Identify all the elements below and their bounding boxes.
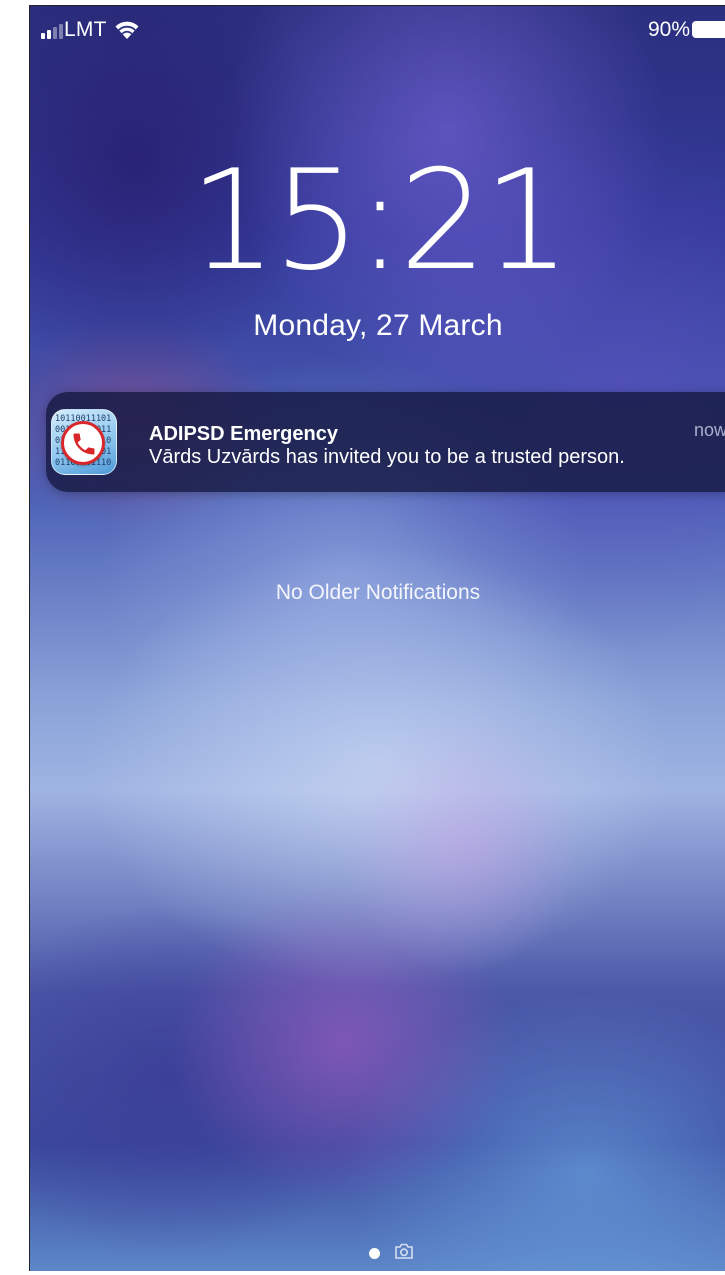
lock-date: Monday, 27 March xyxy=(253,309,503,342)
wifi-icon xyxy=(115,21,139,39)
notification-card[interactable]: 1011001110100110101011010011010101101001… xyxy=(46,392,725,492)
lock-screen: LMT 90% 15:21 Monday, 27 March 101100111… xyxy=(29,5,725,1271)
signal-icon xyxy=(41,24,63,39)
battery-icon xyxy=(692,21,725,38)
page-dot-icon xyxy=(369,1248,380,1259)
status-bar: LMT 90% xyxy=(30,6,725,50)
lock-clock: 15:21 xyxy=(189,140,571,301)
notification-app-name: ADIPSD Emergency xyxy=(149,423,338,445)
battery-percent: 90% xyxy=(647,18,690,41)
notification-message: Vārds Uzvārds has invited you to be a tr… xyxy=(149,446,625,468)
notification-time: now xyxy=(693,420,725,440)
camera-icon[interactable] xyxy=(394,1242,414,1260)
carrier-name: LMT xyxy=(64,18,107,41)
emergency-phone-app-icon: 1011001110100110101011010011010101101001… xyxy=(51,409,117,475)
no-older-notifications-label: No Older Notifications xyxy=(275,581,481,604)
